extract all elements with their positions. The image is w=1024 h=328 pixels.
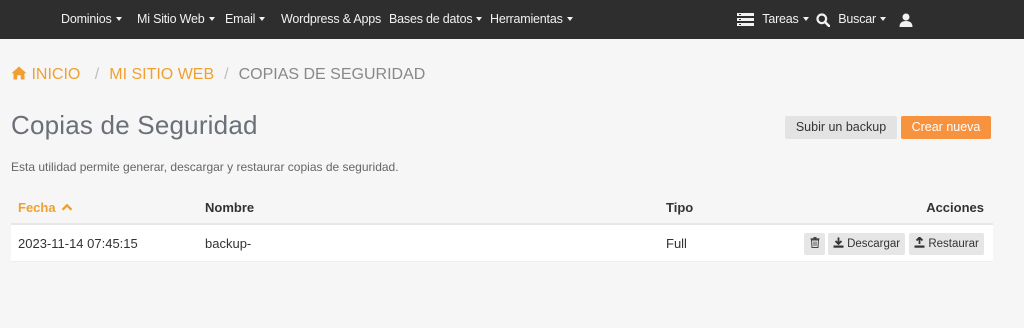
caret-down-icon [115, 17, 122, 21]
nav-email[interactable]: Email [225, 0, 266, 39]
download-button[interactable]: Descargar [828, 233, 905, 255]
column-header-type: Tipo [666, 200, 694, 215]
breadcrumb-site-link[interactable]: MI SITIO WEB [109, 66, 214, 83]
nav-tareas[interactable]: Tareas [737, 0, 809, 39]
nav-buscar[interactable]: Buscar [816, 0, 886, 39]
download-icon [833, 237, 844, 248]
breadcrumb-home-label: INICIO [31, 66, 81, 83]
restore-button[interactable]: Restaurar [909, 233, 984, 255]
restore-label: Restaurar [928, 238, 979, 250]
caret-down-icon [566, 17, 573, 21]
nav-item-label: Mi Sitio Web [137, 12, 205, 26]
nav-item-label: Herramientas [490, 12, 563, 26]
caret-down-icon [880, 17, 886, 21]
upload-backup-button[interactable]: Subir un backup [785, 116, 897, 139]
upload-icon [914, 237, 925, 248]
breadcrumb-separator: / [94, 66, 100, 83]
column-header-actions: Acciones [926, 200, 984, 215]
nav-item-label: Wordpress & Apps [281, 12, 382, 26]
row-name: backup- [205, 236, 252, 251]
table-row: 2023-11-14 07:45:15 backup- Full Descarg… [11, 225, 993, 262]
row-type: Full [666, 236, 687, 251]
caret-down-icon [259, 17, 266, 21]
nav-item-label: Dominios [61, 12, 112, 26]
delete-button[interactable] [804, 233, 825, 255]
create-backup-button[interactable]: Crear nueva [901, 116, 991, 139]
breadcrumb-separator: / [224, 66, 229, 83]
column-header-date[interactable]: Fecha [18, 200, 73, 215]
nav-wordpress-apps[interactable]: Wordpress & Apps [281, 0, 381, 39]
row-date: 2023-11-14 07:45:15 [18, 236, 138, 251]
column-header-label: Fecha [18, 200, 56, 215]
sort-ascending-icon [61, 203, 73, 211]
user-icon [899, 13, 913, 27]
page-title: Copias de Seguridad [11, 110, 258, 140]
home-icon [11, 66, 27, 80]
nav-herramientas[interactable]: Herramientas [490, 0, 573, 39]
breadcrumb-current: COPIAS DE SEGURIDAD [238, 66, 426, 83]
caret-down-icon [802, 17, 809, 21]
user-menu[interactable] [899, 0, 913, 39]
nav-bases-de-datos[interactable]: Bases de datos [389, 0, 483, 39]
nav-item-label: Tareas [762, 12, 799, 26]
column-header-name: Nombre [205, 200, 255, 215]
nav-mi-sitio-web[interactable]: Mi Sitio Web [137, 0, 215, 39]
nav-item-label: Buscar [838, 12, 876, 26]
page-description: Esta utilidad permite generar, descargar… [11, 160, 399, 174]
download-label: Descargar [847, 238, 901, 250]
caret-down-icon [476, 17, 483, 21]
search-icon [816, 13, 830, 27]
caret-down-icon [208, 17, 215, 21]
nav-item-label: Bases de datos [389, 12, 473, 26]
nav-item-label: Email [225, 12, 256, 26]
nav-dominios[interactable]: Dominios [61, 0, 122, 39]
breadcrumb-home-link[interactable]: INICIO [11, 66, 85, 83]
tasks-icon [737, 13, 754, 27]
breadcrumb: INICIO / MI SITIO WEB / COPIAS DE SEGURIDAD [11, 64, 425, 86]
top-navbar: Dominios Mi Sitio Web Email Wordpress & … [0, 0, 1024, 39]
trash-icon [810, 237, 819, 248]
